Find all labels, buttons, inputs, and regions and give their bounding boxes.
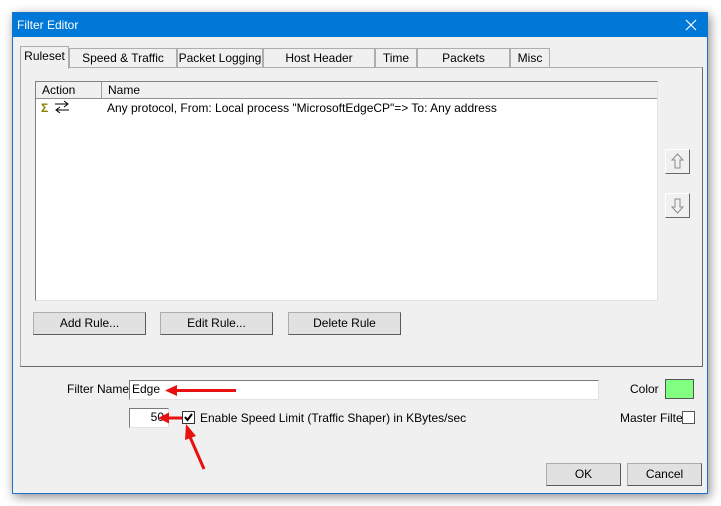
ruleset-panel: Action Name Σ Any protocol, From: Local … bbox=[20, 67, 703, 367]
tab-label: Time bbox=[382, 51, 410, 65]
color-label: Color bbox=[630, 382, 659, 396]
master-filter-label: Master Filter bbox=[620, 411, 687, 425]
annotation-arrow-checkbox bbox=[185, 424, 206, 470]
rule-row[interactable]: Σ Any protocol, From: Local process "Mic… bbox=[36, 99, 657, 117]
ok-button[interactable]: OK bbox=[546, 463, 621, 486]
enable-speed-limit-label: Enable Speed Limit (Traffic Shaper) in K… bbox=[200, 411, 467, 425]
cancel-button[interactable]: Cancel bbox=[627, 463, 702, 486]
arrow-up-icon bbox=[670, 153, 685, 169]
list-header: Action Name bbox=[36, 82, 657, 99]
close-button[interactable] bbox=[681, 15, 701, 35]
delete-rule-button[interactable]: Delete Rule bbox=[288, 312, 401, 335]
filter-editor-dialog: Filter Editor Ruleset Speed & Traffic Li… bbox=[12, 12, 708, 494]
column-header-name[interactable]: Name bbox=[102, 82, 659, 98]
edit-rule-button[interactable]: Edit Rule... bbox=[160, 312, 273, 335]
add-rule-button[interactable]: Add Rule... bbox=[33, 312, 146, 335]
tab-time[interactable]: Time bbox=[375, 48, 417, 68]
tab-host-header-logging[interactable]: Host Header Logging bbox=[263, 48, 375, 79]
rules-list[interactable]: Action Name Σ Any protocol, From: Local … bbox=[35, 81, 658, 301]
rule-name: Any protocol, From: Local process "Micro… bbox=[107, 101, 497, 115]
tab-speed-traffic-limit[interactable]: Speed & Traffic Limit bbox=[69, 48, 177, 79]
move-down-button[interactable] bbox=[665, 193, 690, 218]
tab-label: Ruleset bbox=[24, 49, 65, 63]
filter-name-label: Filter Name bbox=[67, 382, 130, 396]
close-icon bbox=[685, 19, 697, 31]
title-bar[interactable]: Filter Editor bbox=[13, 13, 707, 37]
tab-packets-rewriting[interactable]: Packets rewriting bbox=[417, 48, 510, 79]
bidirectional-arrows-icon bbox=[55, 100, 69, 114]
tab-label: Packet Logging bbox=[178, 51, 262, 65]
tab-misc[interactable]: Misc bbox=[510, 48, 550, 68]
arrow-down-icon bbox=[670, 198, 685, 214]
tab-ruleset[interactable]: Ruleset bbox=[20, 46, 69, 69]
master-filter-checkbox[interactable] bbox=[682, 411, 695, 424]
sum-icon: Σ bbox=[41, 101, 49, 115]
column-header-action[interactable]: Action bbox=[36, 82, 102, 98]
move-up-button[interactable] bbox=[665, 149, 690, 174]
color-swatch[interactable] bbox=[665, 379, 694, 399]
tab-packet-logging[interactable]: Packet Logging bbox=[177, 48, 263, 68]
tab-label: Misc bbox=[517, 51, 543, 65]
annotation-arrow-filter-name bbox=[165, 385, 236, 396]
window-title: Filter Editor bbox=[17, 18, 79, 32]
